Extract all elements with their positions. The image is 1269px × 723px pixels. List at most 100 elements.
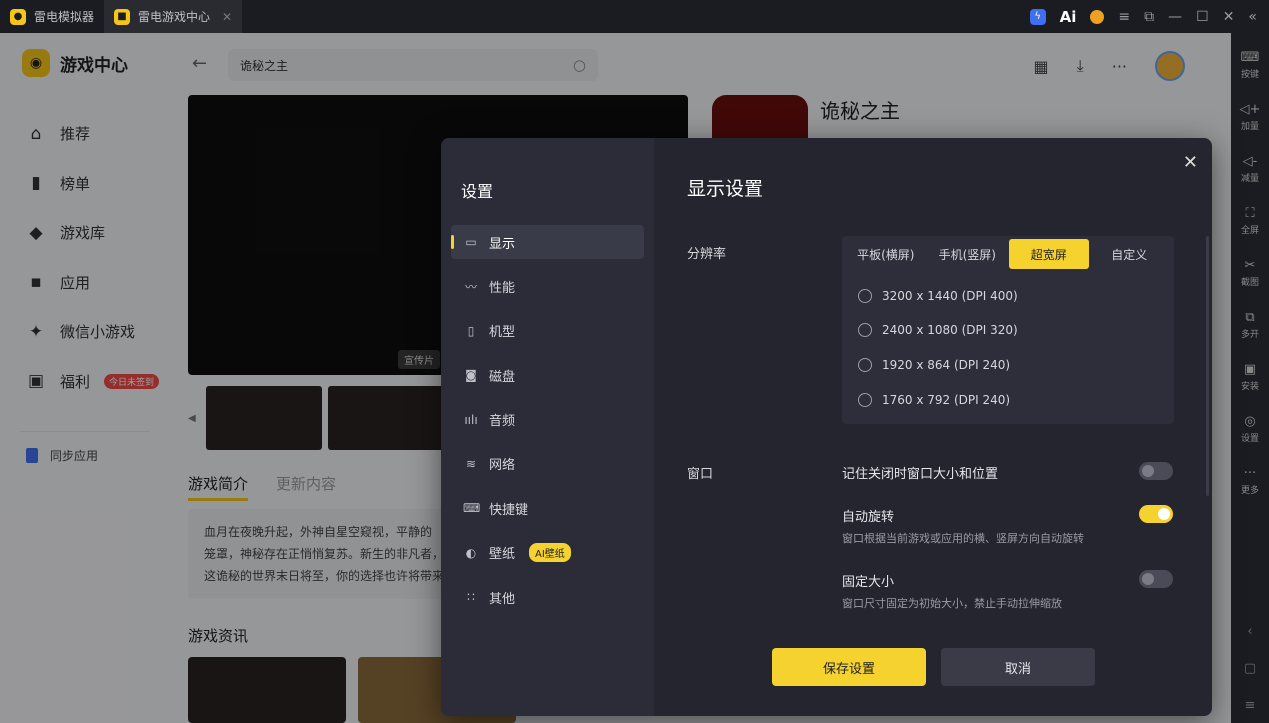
toolbar-keymap[interactable]: ⌨ 按键 [1241,39,1260,91]
collapse-toolbar-icon[interactable]: « [1248,9,1257,25]
resolution-option[interactable]: 1760 x 792 (DPI 240) [858,393,1010,407]
resolution-tabs: 平板(横屏) 手机(竖屏) 超宽屏 自定义 [842,236,1174,272]
settings-nav-wallpaper[interactable]: ◐ 壁纸 AI壁纸 [451,536,644,570]
tab-phone[interactable]: 手机(竖屏) [926,239,1009,269]
tab-game-center[interactable]: ■ 雷电游戏中心 ✕ [104,0,243,33]
remember-window-label: 记住关闭时窗口大小和位置 [842,467,999,482]
multi-instance-icon: ⧉ [1245,309,1255,325]
cancel-button[interactable]: 取消 [941,648,1095,686]
settings-icon: ◎ [1244,413,1256,429]
window-label: 窗口 [687,467,714,482]
resolution-option[interactable]: 3200 x 1440 (DPI 400) [858,289,1018,303]
phone-icon: ▯ [467,323,475,338]
tab-label: 雷电游戏中心 [138,10,211,24]
toolbar-fullscreen[interactable]: ⛶ 全屏 [1241,195,1259,247]
tab-close-icon[interactable]: ✕ [222,10,232,24]
right-toolbar: ⌨ 按键 ◁+ 加量 ◁- 减量 ⛶ 全屏 ✂ 截图 ⧉ 多开 ▣ 安装 ◎ 设… [1231,33,1269,723]
toolbar-multi-instance[interactable]: ⧉ 多开 [1241,299,1259,351]
resolution-label: 分辨率 [687,247,727,262]
palette-icon: ◐ [465,545,477,560]
ai-icon[interactable]: Ai [1060,8,1077,26]
tab-ultrawide[interactable]: 超宽屏 [1009,239,1089,269]
settings-dialog: 设置 ▭ 显示 〰 性能 ▯ 机型 ◙ 磁盘 ıılı 音频 ≋ 网络 ⌨ 快捷… [441,138,1212,716]
auto-rotate-toggle[interactable] [1139,505,1173,523]
settings-nav-display[interactable]: ▭ 显示 [451,225,644,259]
ai-wallpaper-badge: AI壁纸 [529,543,571,563]
install-icon: ▣ [1243,361,1257,377]
fixed-size-toggle[interactable] [1139,570,1173,588]
radio-button[interactable] [858,393,872,407]
toolbar-label: 减量 [1240,173,1259,184]
radio-button[interactable] [858,289,872,303]
settings-nav-label: 快捷键 [489,502,529,518]
fixed-size-label: 固定大小 [842,575,895,590]
settings-nav-audio[interactable]: ıılı 音频 [451,403,644,437]
settings-nav-label: 其他 [489,591,516,607]
toolbar-label: 设置 [1240,433,1259,444]
resolution-panel: 平板(横屏) 手机(竖屏) 超宽屏 自定义 3200 x 1440 (DPI 4… [842,236,1174,424]
coin-icon[interactable] [1090,9,1105,24]
toolbar-more[interactable]: ··· 更多 [1241,455,1259,507]
title-bar: ● 雷电模拟器 ■ 雷电游戏中心 ✕ ϟ Ai ≡ ⧉ — ☐ ✕ « [0,0,1269,33]
toolbar-volume-up[interactable]: ◁+ 加量 [1240,91,1261,143]
settings-title: 设置 [461,182,494,201]
android-nav: ‹ ▢ ≡ [1231,624,1269,713]
minimize-icon[interactable]: — [1168,9,1182,25]
grid-icon: ∷ [467,590,475,605]
resolution-option[interactable]: 2400 x 1080 (DPI 320) [858,323,1018,337]
keyboard-icon: ⌨ [463,501,481,516]
toolbar-label: 多开 [1240,329,1259,340]
toolbar-label: 按键 [1240,69,1259,80]
toolbar-label: 加量 [1240,121,1259,132]
settings-nav-performance[interactable]: 〰 性能 [451,269,644,303]
toolbar-install[interactable]: ▣ 安装 [1241,351,1259,403]
window-controls: ϟ Ai ≡ ⧉ — ☐ ✕ « [1029,0,1269,33]
restore-window-icon[interactable]: ⧉ [1144,9,1154,25]
resolution-option-label: 1920 x 864 (DPI 240) [882,358,1011,372]
toolbar-screenshot[interactable]: ✂ 截图 [1241,247,1259,299]
android-menu-icon[interactable]: ≡ [1245,698,1256,713]
toolbar-volume-down[interactable]: ◁- 减量 [1241,143,1259,195]
settings-nav-label: 网络 [489,458,516,474]
volume-down-icon: ◁- [1242,153,1258,169]
monitor-icon: ▭ [465,235,477,249]
close-window-icon[interactable]: ✕ [1223,9,1235,25]
settings-nav-label: 音频 [489,414,516,430]
display-settings-title: 显示设置 [687,178,764,200]
settings-nav-label: 机型 [489,325,516,341]
more-icon: ··· [1243,465,1257,481]
audio-icon: ıılı [464,412,478,427]
auto-rotate-label: 自动旋转 [842,510,895,525]
settings-nav-model[interactable]: ▯ 机型 [451,314,644,348]
tab-emulator[interactable]: ● 雷电模拟器 [0,0,104,33]
toolbar-label: 全屏 [1240,225,1259,236]
settings-nav: ▭ 显示 〰 性能 ▯ 机型 ◙ 磁盘 ıılı 音频 ≋ 网络 ⌨ 快捷键 ◐… [451,225,644,625]
settings-nav-network[interactable]: ≋ 网络 [451,447,644,481]
close-icon[interactable]: ✕ [1183,152,1198,173]
settings-nav-other[interactable]: ∷ 其他 [451,580,644,614]
radio-button[interactable] [858,323,872,337]
settings-nav-hotkeys[interactable]: ⌨ 快捷键 [451,491,644,525]
maximize-icon[interactable]: ☐ [1196,9,1209,25]
toolbar-settings[interactable]: ◎ 设置 [1241,403,1259,455]
tab-tablet[interactable]: 平板(横屏) [846,239,926,269]
lightning-icon[interactable]: ϟ [1029,8,1046,25]
performance-icon: 〰 [464,279,477,294]
tab-custom[interactable]: 自定义 [1089,239,1171,269]
radio-button[interactable] [858,358,872,372]
android-back-icon[interactable]: ‹ [1247,624,1252,639]
menu-icon[interactable]: ≡ [1118,9,1130,25]
scissors-icon: ✂ [1244,257,1256,273]
remember-window-toggle[interactable] [1139,462,1173,480]
resolution-option[interactable]: 1920 x 864 (DPI 240) [858,358,1010,372]
resolution-option-label: 1760 x 792 (DPI 240) [882,393,1011,407]
auto-rotate-desc: 窗口根据当前游戏或应用的横、竖屏方向自动旋转 [842,532,1084,545]
android-home-icon[interactable]: ▢ [1244,661,1256,676]
toolbar-label: 安装 [1240,381,1259,392]
wifi-icon: ≋ [465,456,477,471]
settings-scrollbar[interactable] [1206,236,1209,496]
settings-nav-disk[interactable]: ◙ 磁盘 [451,358,644,392]
disk-icon: ◙ [465,368,477,383]
fullscreen-icon: ⛶ [1245,205,1255,221]
save-button[interactable]: 保存设置 [772,648,926,686]
